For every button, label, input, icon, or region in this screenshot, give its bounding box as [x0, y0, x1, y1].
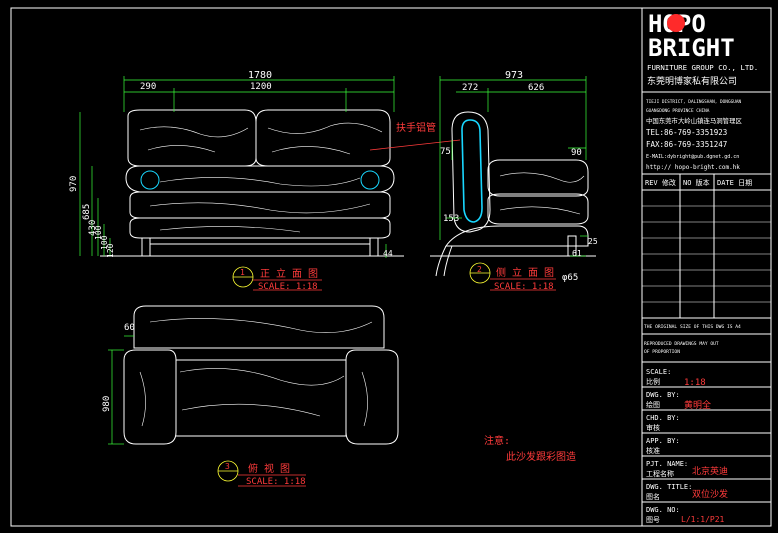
dim-side-back-thick: 75 [440, 147, 451, 157]
rev-header-rev: REV 修改 [645, 178, 676, 187]
dim-plan-depth: 980 [102, 396, 112, 412]
svg-text:BRIGHT: BRIGHT [648, 34, 735, 62]
dim-side-foot-off: 61 [572, 249, 582, 258]
reproduction-note-2: OF PROPORTION [644, 349, 680, 355]
dim-side-base: 153 [443, 214, 459, 224]
dim-side-seat-depth: 626 [528, 83, 544, 93]
field-dwg-by-value: 黄明全 [684, 399, 711, 411]
rev-header-no: NO 版本 [683, 178, 710, 187]
view-number-front: 1 [240, 268, 245, 277]
dim-side-back-depth: 272 [462, 83, 478, 93]
original-size-note: THE ORIGINAL SIZE OF THIS DWG IS A4 [644, 324, 741, 330]
email: E-MAIL:dybright@pub.dgnet.gd.cn [646, 154, 739, 160]
field-pjt-name-en: PJT. NAME: [646, 460, 688, 468]
field-dwg-title-value: 双位沙发 [692, 488, 728, 500]
view-number-side: 2 [477, 265, 482, 274]
dim-front-total-width: 1780 [248, 70, 272, 81]
field-scale-cn: 比例 [646, 377, 660, 386]
side-elevation-view [430, 76, 596, 277]
website: http:// hopo-bright.com.hk [646, 164, 740, 171]
dim-side-arm-drop: 90 [571, 148, 582, 158]
dim-front-foot: 44 [383, 249, 393, 258]
view-name-side: 侧 立 面 图 [496, 266, 554, 279]
dim-side-total-depth: 973 [505, 70, 523, 81]
field-dwg-no-cn: 图号 [646, 516, 660, 524]
dim-side-foot-dia: φ65 [562, 273, 578, 283]
armrest-label: 扶手铝管 [396, 121, 436, 134]
field-chd-by-cn: 审核 [646, 423, 660, 432]
rev-header-date: DATE 日期 [717, 179, 752, 187]
field-pjt-name-value: 北京英迪 [692, 465, 728, 477]
note-title: 注意: [484, 434, 510, 447]
view-number-plan: 3 [225, 462, 230, 471]
view-name-plan: 俯 视 图 [248, 462, 290, 475]
field-dwg-by-cn: 绘图 [646, 400, 660, 409]
dim-front-h1: 685 [82, 204, 92, 220]
field-app-by-en: APP. BY: [646, 437, 680, 445]
view-name-front: 正 立 面 图 [260, 267, 318, 280]
field-dwg-title-en: DWG. TITLE: [646, 483, 692, 491]
dim-front-height: 970 [69, 176, 79, 192]
company-name-cn: 东莞明博家私有限公司 [647, 75, 737, 87]
address-en-1: TIEJI DISTRICT, DALINGSHAN, DONGGUAN [646, 99, 742, 105]
note-text: 此沙发跟彩图造 [506, 450, 576, 463]
dim-side-foot-h: 25 [588, 237, 598, 246]
plan-view [108, 305, 399, 445]
field-pjt-name-cn: 工程名称 [646, 469, 674, 478]
field-chd-by-en: CHD. BY: [646, 414, 680, 422]
dim-front-seat-width: 1200 [250, 82, 272, 92]
field-dwg-title-cn: 图名 [646, 492, 660, 501]
field-dwg-no-en: DWG. NO: [646, 506, 680, 514]
dim-plan-corner: 60 [124, 323, 135, 333]
front-elevation-view [79, 76, 404, 258]
address-cn: 中国东莞市大岭山镇连马洞管理区 [646, 116, 742, 125]
field-scale-en: SCALE: [646, 368, 671, 376]
dim-front-arm-width: 290 [140, 82, 156, 92]
company-logo: HOPO BRIGHT [648, 10, 735, 62]
reproduction-note-1: REPRODUCED DRAWINGS MAY OUT [644, 341, 719, 347]
company-name-en: FURNITURE GROUP CO., LTD. [647, 63, 758, 72]
tel: TEL:86-769-3351923 [646, 128, 727, 137]
dim-front-h5: 120 [106, 243, 115, 258]
field-dwg-by-en: DWG. BY: [646, 391, 680, 399]
view-scale-plan: SCALE: 1:18 [246, 477, 306, 487]
address-en-2: GUANGDONG PROVINCE CHINA [646, 108, 710, 114]
field-app-by-cn: 核准 [646, 446, 660, 455]
field-scale-value: 1:18 [684, 378, 706, 388]
fax: FAX:86-769-3351247 [646, 140, 727, 149]
field-dwg-no-value: L/1:1/P21 [681, 515, 725, 524]
view-scale-side: SCALE: 1:18 [494, 282, 554, 292]
cad-drawing-canvas: 1780 290 1200 970 685 430 100 100 120 44… [10, 7, 772, 527]
view-scale-front: SCALE: 1:18 [258, 282, 318, 292]
